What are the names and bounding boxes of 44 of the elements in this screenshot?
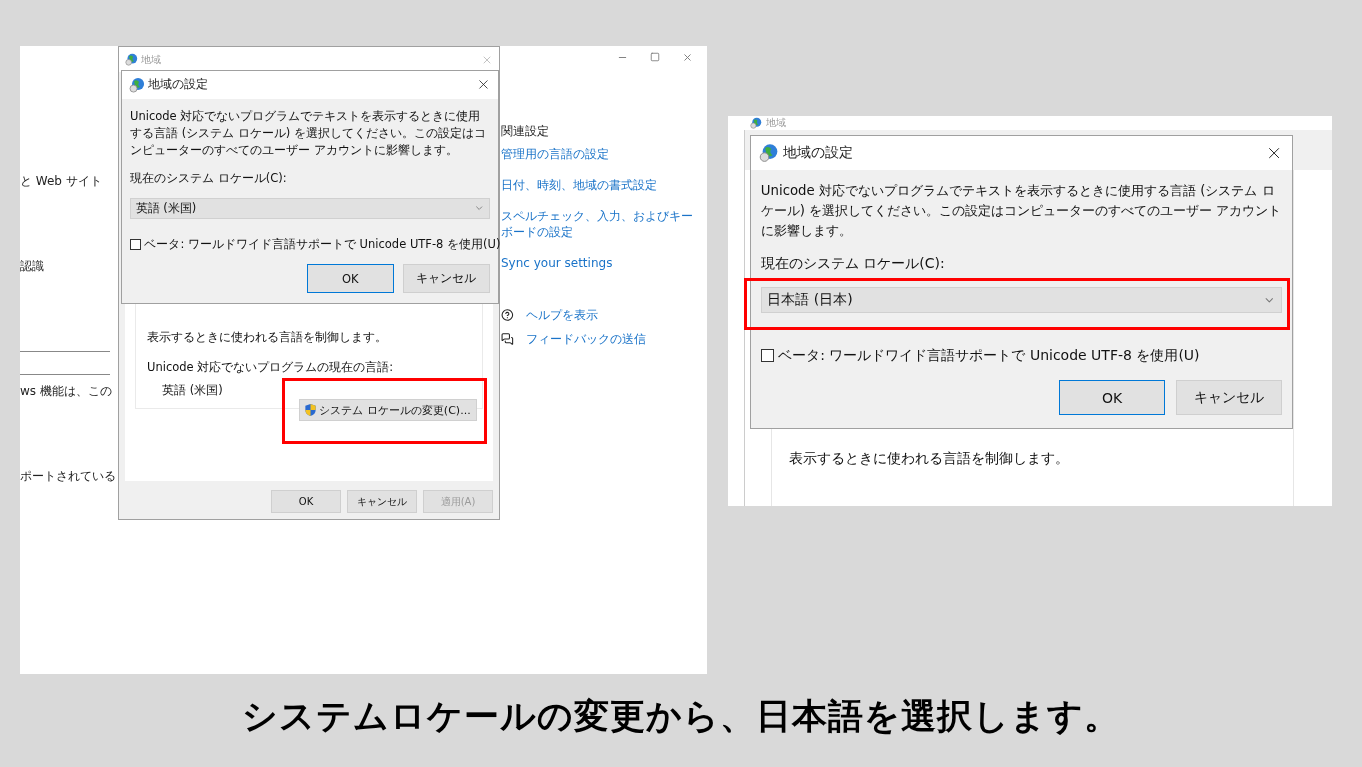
description-text: Unicode 対応でないプログラムでテキストを表示するときに使用する言語 (システム ロケール) を選択してください。この設定はコンピューターのすべてのユーザー アカウントに影響します。 [130,107,487,160]
dialog-title: 地域の設定 [783,143,855,162]
shield-icon [305,404,317,416]
settings-link[interactable]: 管理用の言語の設定 [501,146,701,162]
dialog-button[interactable]: キャンセル [402,264,490,293]
dialog-button[interactable]: OK [1058,380,1166,416]
globe-icon [759,143,779,163]
dialog-button[interactable]: OK [271,490,341,513]
dialog-button[interactable]: OK [306,264,394,293]
settings-link[interactable]: スペルチェック、入力、およびキーボードの設定 [501,208,701,240]
description-text: 表示するときに使われる言語を制御します。 [147,330,388,345]
help-icon [501,308,514,322]
dialog-button[interactable]: キャンセル [1175,380,1283,416]
locale-select[interactable]: 英語 (米国) [130,197,490,220]
description-text: 表示するときに使われる言語を制御します。 [789,450,1070,468]
locale-label: 現在のシステム ロケール(C): [130,171,288,187]
settings-link[interactable]: Sync your settings [501,255,701,271]
feedback-icon [501,332,514,346]
dialog-button[interactable]: キャンセル [347,490,417,513]
settings-text: ws 機能は、この [20,383,113,400]
section-heading: 関連設定 [501,123,550,140]
locale-select[interactable]: 日本語 (日本) [760,286,1283,314]
dialog-title: 地域の設定 [148,77,210,93]
settings-text: ポートされている [20,468,117,485]
checkbox-label: ベータ: ワールドワイド言語サポートで Unicode UTF-8 を使用(U) [778,346,1200,365]
globe-icon [125,53,138,66]
settings-text: 認識 [20,258,45,275]
globe-icon [750,117,762,129]
window-title: 地域 [141,52,162,67]
locale-label: 現在のシステム ロケール(C): [760,254,946,273]
settings-text: と Web サイト [20,173,103,190]
checkbox[interactable] [130,238,141,250]
settings-link[interactable]: 日付、時刻、地域の書式設定 [501,177,701,193]
help-link[interactable]: フィードバックの送信 [525,331,707,347]
slide-caption: システムロケールの変更から、日本語を選択します。 [241,695,1121,738]
current-language-label: Unicode 対応でないプログラムの現在の言語: [147,360,395,375]
checkbox-label: ベータ: ワールドワイド言語サポートで Unicode UTF-8 を使用(U) [144,236,501,252]
current-language-value: 英語 (米国) [162,383,224,398]
window-title: 地域 [766,116,786,130]
help-link[interactable]: ヘルプを表示 [525,307,707,323]
change-locale-button[interactable]: システム ロケールの変更(C)... [299,399,477,421]
checkbox[interactable] [760,349,775,363]
description-text: Unicode 対応でないプログラムでテキストを表示するときに使用する言語 (システム ロケール) を選択してください。この設定はコンピューターのすべてのユーザー アカウントに影響します。 [760,181,1283,240]
globe-icon [128,76,145,93]
